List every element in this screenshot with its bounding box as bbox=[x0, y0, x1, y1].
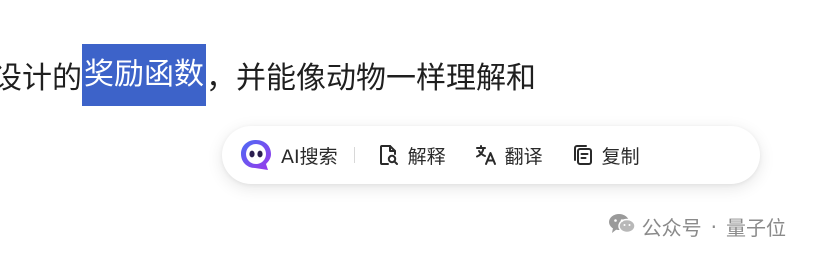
translate-button[interactable]: 翻译 bbox=[474, 135, 543, 175]
wechat-icon bbox=[608, 212, 636, 241]
ai-search-label: AI搜索 bbox=[281, 145, 338, 168]
copy-label: 复制 bbox=[601, 145, 640, 168]
explain-label: 解释 bbox=[407, 145, 446, 168]
copy-icon bbox=[571, 143, 595, 167]
page: 设计的 奖励函数 ，并能像动物一样理解和 AI搜索 解释 翻译 复制 公众号 ·… bbox=[0, 0, 814, 260]
article-text-after: ，并能像动物一样理解和 bbox=[206, 61, 536, 96]
article-text-line[interactable]: 设计的 奖励函数 ，并能像动物一样理解和 bbox=[0, 44, 536, 106]
ai-assistant-logo-icon bbox=[238, 137, 274, 173]
watermark-separator: · bbox=[710, 214, 717, 239]
article-text-before: 设计的 bbox=[0, 61, 82, 96]
explain-document-icon bbox=[377, 143, 401, 167]
selected-text[interactable]: 奖励函数 bbox=[82, 44, 206, 106]
translate-icon bbox=[474, 143, 498, 167]
wechat-watermark: 公众号 · 量子位 bbox=[608, 212, 786, 241]
translate-label: 翻译 bbox=[504, 145, 543, 168]
copy-button[interactable]: 复制 bbox=[571, 135, 640, 175]
toolbar-divider bbox=[353, 147, 355, 163]
watermark-account-type: 公众号 bbox=[641, 216, 702, 240]
ai-search-button[interactable]: AI搜索 bbox=[238, 135, 338, 175]
selection-toolbar: AI搜索 解释 翻译 复制 bbox=[222, 126, 760, 184]
explain-button[interactable]: 解释 bbox=[377, 135, 446, 175]
watermark-account-name: 量子位 bbox=[726, 216, 786, 240]
